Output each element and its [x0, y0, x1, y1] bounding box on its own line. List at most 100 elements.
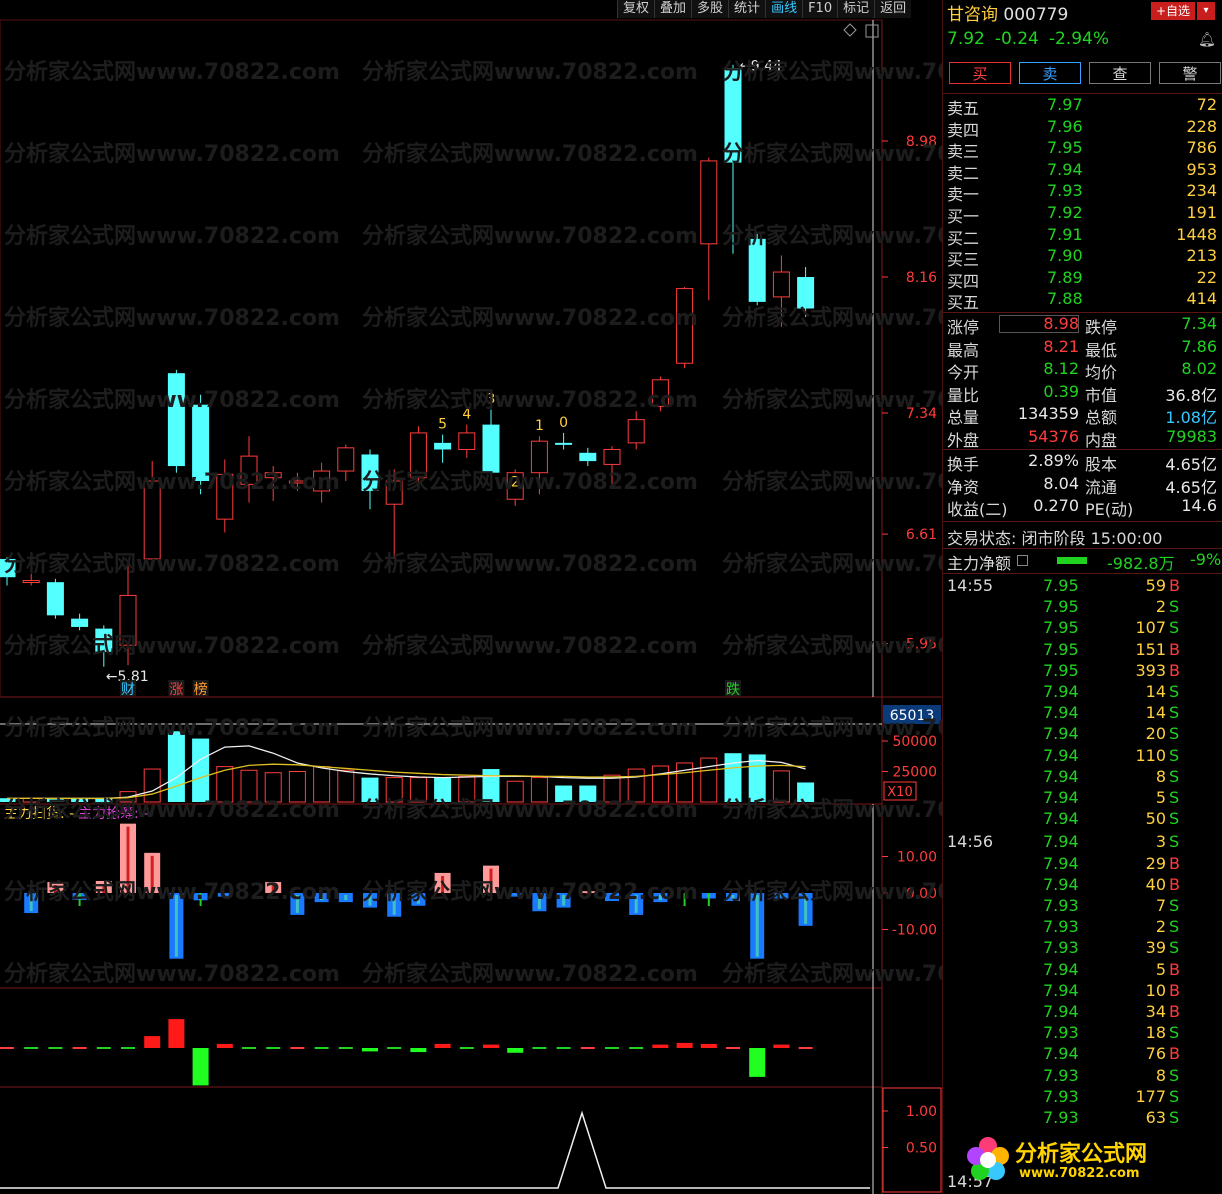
stat-row: 最高 8.21 最低 7.86 — [947, 337, 1217, 360]
bid-level[interactable]: 买二 7.91 1448 — [947, 225, 1217, 248]
volume-bar — [603, 774, 621, 803]
level-price: 7.90 — [1047, 246, 1083, 265]
tick-side: S — [1169, 1086, 1180, 1106]
divider — [943, 573, 1222, 574]
volume-bar — [288, 771, 306, 803]
toolbar-item[interactable]: 多股 — [691, 0, 728, 18]
ask-level[interactable]: 卖五 7.97 72 — [947, 95, 1217, 118]
stat-label: 今开 — [947, 363, 980, 382]
tick-side: S — [1169, 597, 1180, 617]
alert-button[interactable]: 警 — [1159, 62, 1221, 84]
ask-level[interactable]: 卖一 7.93 234 — [947, 181, 1217, 204]
volume-bar — [772, 770, 790, 803]
quote-panel: 甘咨询 000779 +自选 ▾ 7.92 -0.24 -2.94% 🔔︎ 买 卖 … — [942, 0, 1222, 1194]
tick-volume: 110 — [1135, 745, 1166, 765]
tick-row: 7.93 18 S — [943, 1023, 1218, 1044]
event-tag: 榜 — [194, 681, 208, 698]
net-flow-menu-icon[interactable] — [1017, 555, 1028, 566]
tick-side: S — [1169, 745, 1180, 765]
stat-value: 14.6 — [1181, 496, 1217, 515]
bid-level[interactable]: 买四 7.89 22 — [947, 268, 1217, 291]
stat-label: 净资 — [947, 477, 980, 497]
tick-row: 7.94 5 S — [943, 788, 1218, 809]
bid-level[interactable]: 买五 7.88 414 — [947, 289, 1217, 312]
favorite-dropdown-button[interactable]: ▾ — [1197, 2, 1215, 20]
net-flow-row: 主力净额 -982.8万 -9% — [947, 550, 1221, 573]
event-tag: 财 — [121, 682, 135, 698]
toolbar-item[interactable]: 画线 — [765, 0, 802, 18]
bell-icon[interactable]: 🔔︎ — [1198, 32, 1216, 48]
toolbar-item[interactable]: 复权 — [617, 0, 654, 18]
toolbar-item[interactable]: 返回 — [874, 0, 911, 18]
candle-body — [555, 442, 573, 445]
volume-bar — [192, 738, 210, 802]
tick-side: S — [1169, 618, 1180, 638]
stat-label: 涨停 — [947, 318, 980, 337]
tick-volume: 40 — [1145, 874, 1166, 894]
ask-level[interactable]: 卖三 7.95 786 — [947, 138, 1217, 161]
ask-level[interactable]: 卖四 7.96 228 — [947, 117, 1217, 140]
chart-toolbar: 复权 叠加 多股 统计 画线 F10 标记 返回 — [617, 0, 912, 18]
toolbar-item[interactable]: 叠加 — [654, 0, 691, 18]
add-favorite-button[interactable]: +自选 — [1151, 2, 1195, 20]
tick-side: B — [1169, 1002, 1180, 1021]
tick-row: 7.95 2 S — [943, 597, 1218, 618]
indicator-title-main-grab: 主力抢筹: - — [78, 805, 148, 822]
volume-bar — [530, 777, 548, 803]
sell-button[interactable]: 卖 — [1019, 62, 1081, 84]
flow-bar-up — [216, 1043, 233, 1048]
candle-body — [216, 473, 234, 520]
tick-row: 7.93 8 S — [943, 1066, 1218, 1087]
level-price: 7.97 — [1047, 95, 1083, 114]
level-label: 卖四 — [947, 120, 980, 140]
kline-chart[interactable]: 8.988.167.346.615.95←9.44←5.8154321 0财涨榜跌… — [0, 0, 942, 1194]
tick-price: 7.94 — [1043, 832, 1079, 852]
draw-diamond-icon — [843, 23, 857, 37]
stat-value: 8.02 — [1181, 359, 1217, 378]
tick-row: 7.95 151 B — [943, 640, 1218, 661]
toolbar-item[interactable]: 统计 — [728, 0, 765, 18]
sequence-number-label: 4 — [462, 407, 471, 423]
toolbar-item[interactable]: 标记 — [837, 0, 874, 18]
stat-label: 收益(二) — [947, 500, 1008, 519]
tick-price: 7.94 — [1043, 1044, 1079, 1064]
toolbar-item[interactable]: F10 — [802, 0, 837, 18]
chart-area[interactable]: 8.98 8.16 7.34 6.61 5.95 ←9.44 ←5.81 5 4 3 2 1 0 财涨榜跌… — [0, 0, 1058, 1194]
ask-level[interactable]: 卖二 7.94 953 — [947, 160, 1217, 183]
trade-status: 交易状态: 闭市阶段 15:00:00 — [947, 529, 1163, 548]
flow-bar-up — [434, 1043, 451, 1048]
tick-price: 7.94 — [1043, 745, 1079, 765]
stat-row: 换手 2.89% 股本 4.65亿 — [947, 451, 1217, 474]
level-label: 买三 — [947, 250, 980, 269]
tick-price: 7.94 — [1043, 724, 1079, 744]
buy-button[interactable]: 买 — [949, 62, 1011, 84]
bid-level[interactable]: 买三 7.90 213 — [947, 246, 1217, 269]
level-label: 买四 — [947, 271, 980, 291]
stat-value: 8.04 — [1043, 473, 1079, 493]
stat-value: 0.39 — [1043, 381, 1079, 401]
tick-row: 7.94 14 S — [943, 703, 1218, 724]
stat-value: 134359 — [1017, 404, 1079, 423]
volume-bar — [458, 775, 476, 803]
level-label: 卖二 — [947, 163, 980, 183]
candle-body — [482, 424, 500, 473]
level-price: 7.88 — [1047, 289, 1083, 308]
tick-row: 7.95 107 S — [943, 618, 1218, 639]
tick-side: B — [1169, 980, 1180, 1000]
bid-level[interactable]: 买一 7.92 191 — [947, 203, 1217, 226]
level-label: 买二 — [947, 228, 980, 248]
candle-body — [458, 432, 476, 450]
tick-price: 7.94 — [1043, 959, 1079, 979]
volume-bar — [797, 782, 815, 802]
tick-row: 7.94 110 S — [943, 746, 1218, 767]
tick-price: 7.95 — [1043, 618, 1079, 638]
stat-label: PE(动) — [1085, 500, 1134, 519]
candle-body — [530, 440, 548, 474]
query-button[interactable]: 查 — [1089, 62, 1151, 84]
volume-bar — [627, 768, 645, 803]
tick-volume: 10 — [1145, 980, 1166, 1000]
candle-body — [772, 271, 790, 298]
stat-row: 量比 0.39 市值 36.8亿 — [947, 381, 1217, 405]
level-label: 卖五 — [947, 99, 980, 118]
stat-value: 79983 — [1166, 426, 1217, 446]
